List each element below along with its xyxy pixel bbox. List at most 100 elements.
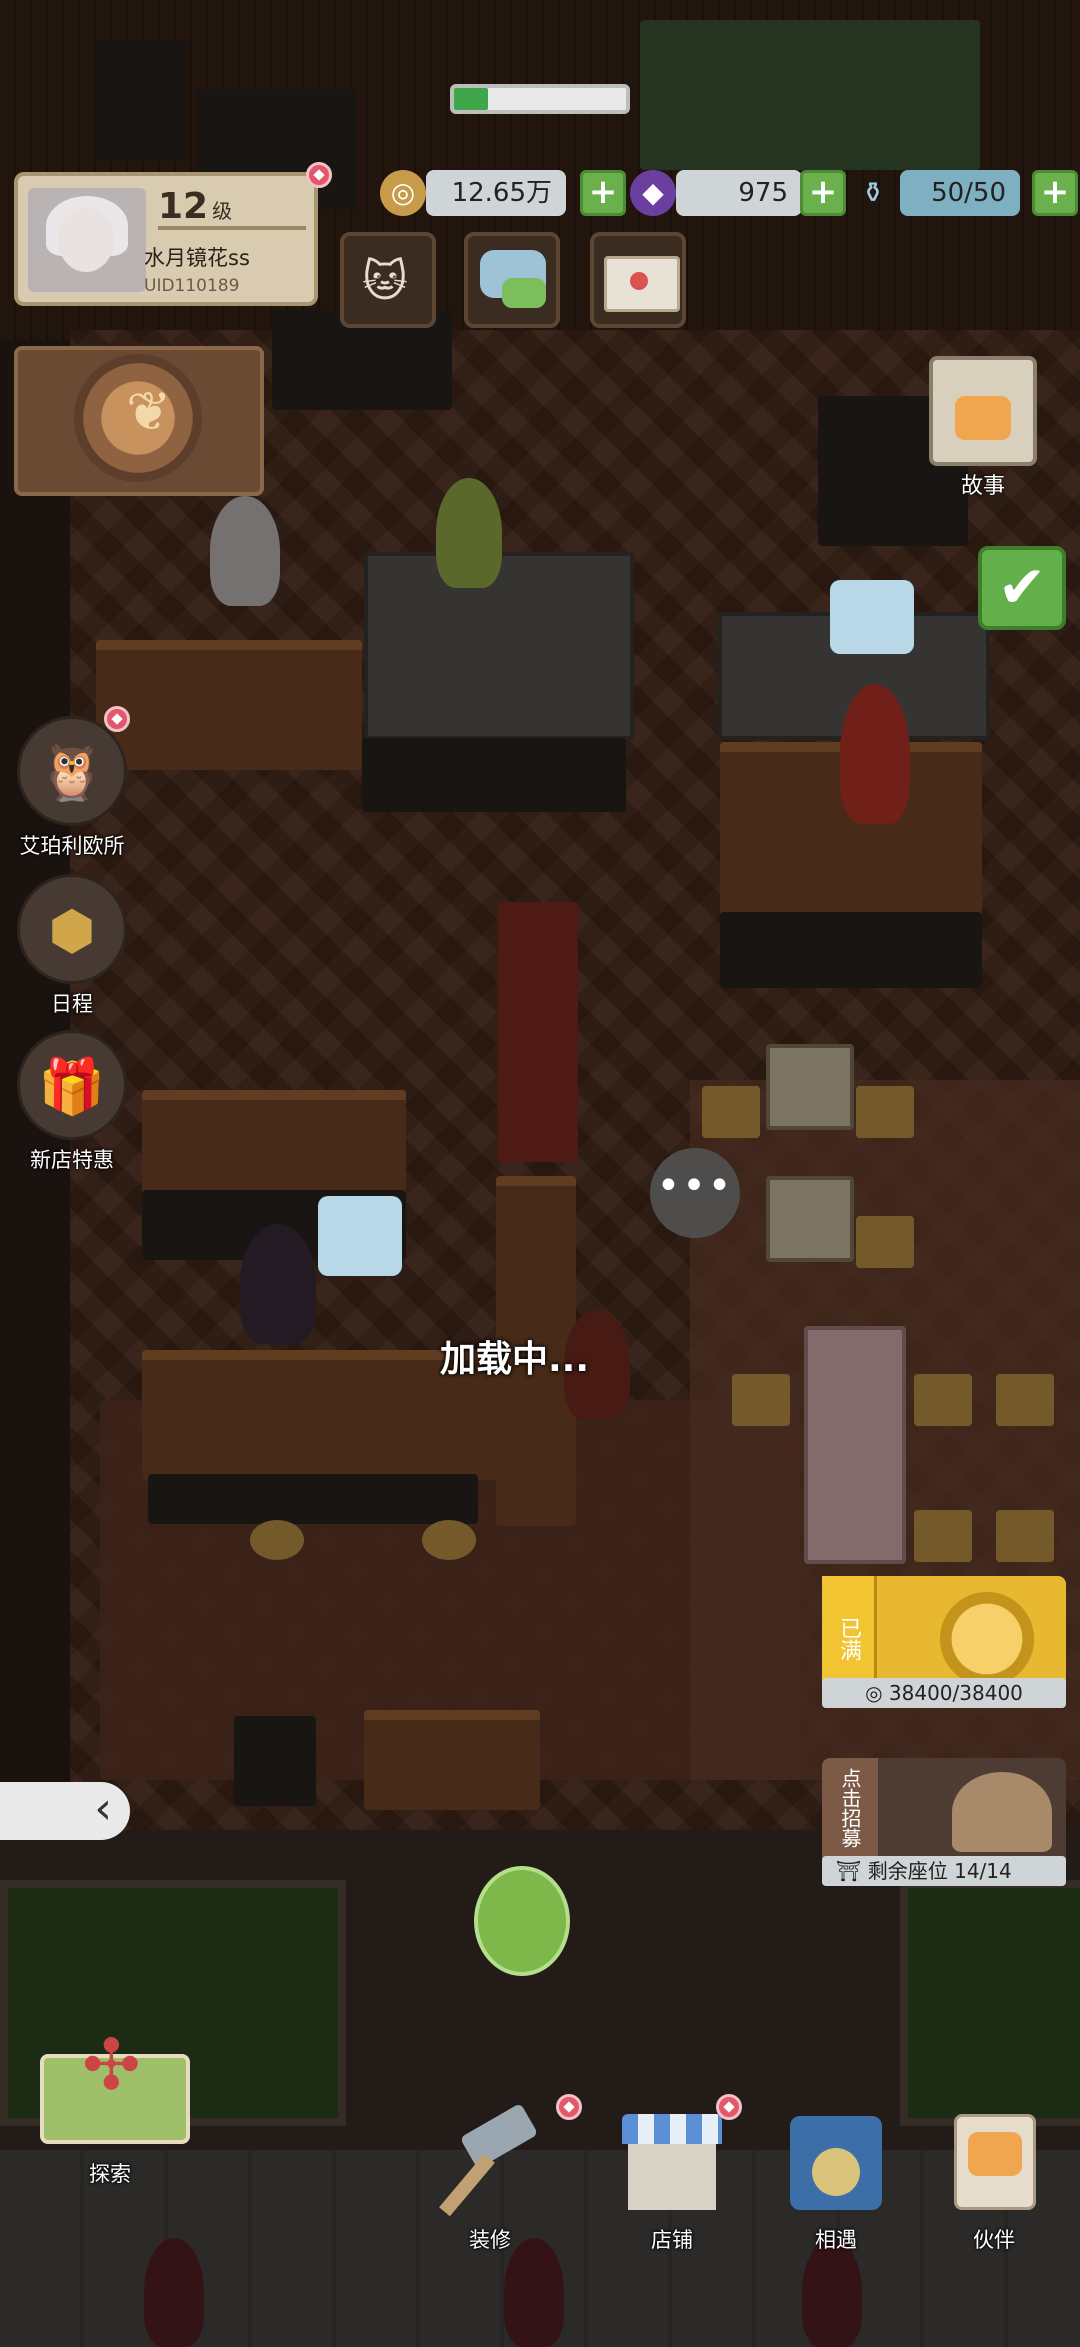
mail-button[interactable]: [590, 232, 686, 328]
character-barista[interactable]: [240, 1224, 316, 1344]
long-table: [804, 1326, 906, 1564]
counter-left: [96, 640, 362, 770]
garden-right: [900, 1880, 1080, 2126]
cat-card-icon: [924, 2100, 1064, 2224]
new-store-deal-label: 新店特惠: [30, 1148, 114, 1172]
story-button[interactable]: 故事: [918, 356, 1048, 506]
cats-icon: 🐱: [362, 256, 408, 307]
seat-icon: ⛩: [836, 1859, 862, 1883]
shelf-bottles: [640, 20, 980, 170]
red-sofa: [498, 902, 578, 1162]
player-profile[interactable]: 12 级 水月镜花ss UID110189: [14, 172, 318, 306]
coffee-counter: [142, 1090, 406, 1200]
new-store-deal-button[interactable]: 🎁 新店特惠: [14, 1030, 130, 1174]
nav-explore-label: 探索: [89, 2162, 131, 2186]
player-level: 12 级: [158, 186, 233, 227]
storefront-icon: [602, 2100, 742, 2224]
story-label: 故事: [960, 474, 1005, 499]
cats-button[interactable]: 🐱: [340, 232, 436, 328]
nav-explore[interactable]: ✣ 探索: [20, 2024, 200, 2188]
notice-board: [234, 1716, 316, 1806]
nav-partner-label: 伙伴: [973, 2228, 1015, 2252]
bar-stool: [250, 1520, 304, 1560]
loading-text: 加载中...: [440, 1339, 590, 1380]
seats-remaining-bar: ⛩ 剩余座位 14/14: [822, 1856, 1066, 1886]
coin-icon: ◎: [380, 170, 426, 216]
character-green-hair[interactable]: [436, 478, 502, 588]
chat-button[interactable]: [464, 232, 560, 328]
gem-amount: 975: [676, 170, 802, 216]
add-coins-button[interactable]: +: [580, 170, 626, 216]
nav-store[interactable]: 店铺: [602, 2100, 742, 2254]
story-card-icon: [929, 356, 1037, 466]
schedule-badge-icon: ⬢: [17, 874, 127, 984]
character-maid[interactable]: [210, 496, 280, 606]
cat-picture-icon: [955, 396, 1011, 440]
income-amount-bar: ◎ 38400/38400: [822, 1678, 1066, 1708]
chair: [914, 1510, 972, 1562]
grill-table: [364, 1710, 540, 1810]
chair: [996, 1374, 1054, 1426]
nav-store-label: 店铺: [651, 2228, 693, 2252]
owl-icon: 🦉: [17, 716, 127, 826]
profile-notification-dot: [306, 162, 332, 188]
chair: [856, 1216, 914, 1268]
character-red-apron[interactable]: [840, 684, 910, 824]
table-2: [766, 1176, 854, 1262]
service-bell-icon: [952, 1772, 1052, 1852]
add-energy-button[interactable]: +: [1032, 170, 1078, 216]
schedule-button[interactable]: ⬢ 日程: [14, 874, 130, 1018]
income-amount: 38400/38400: [888, 1681, 1023, 1705]
hammer-icon: [420, 2100, 560, 2224]
map-windmill-icon: ✣: [20, 2024, 200, 2144]
mail-seal-icon: [630, 272, 648, 290]
nav-encounter[interactable]: 相遇: [766, 2100, 906, 2254]
pedestrian: [144, 2238, 204, 2347]
avatar-face: [58, 208, 114, 272]
agency-label: 艾珀利欧所: [19, 834, 125, 858]
chat-bubble-green-icon: [502, 278, 546, 308]
more-bubble-button[interactable]: •••: [650, 1148, 740, 1238]
owl-marker-icon[interactable]: [474, 1866, 570, 1976]
pedestrian: [504, 2238, 564, 2347]
table-1: [766, 1044, 854, 1130]
agency-notification-dot: [104, 706, 130, 732]
pedestrian: [802, 2238, 862, 2347]
top-progress-bar: [450, 84, 630, 114]
gift-box-icon: 🎁: [17, 1030, 127, 1140]
chair: [914, 1374, 972, 1426]
seats-remaining: 剩余座位 14/14: [867, 1859, 1012, 1883]
chair: [856, 1086, 914, 1138]
wheat-emblem-button[interactable]: ❦: [14, 346, 264, 496]
store-notification-dot: [716, 2094, 742, 2120]
gift-icon[interactable]: [830, 580, 914, 654]
wheat-icon: ❦: [126, 380, 172, 443]
player-name: 水月镜花ss: [144, 246, 250, 270]
currency-bar: ◎ 12.65万 + ◆ 975 + ⚱ 50/50 +: [380, 170, 1080, 220]
agency-button[interactable]: 🦉 艾珀利欧所: [14, 716, 130, 860]
counter-base: [362, 738, 626, 812]
bar-base: [148, 1474, 478, 1524]
schedule-label: 日程: [51, 992, 93, 1016]
chair: [702, 1086, 760, 1138]
decorate-notification-dot: [556, 2094, 582, 2120]
chevron-left-icon: ‹: [94, 1783, 112, 1834]
top-progress-fill: [454, 88, 489, 110]
nav-decorate[interactable]: 装修: [420, 2100, 560, 2254]
chair: [996, 1510, 1054, 1562]
collapse-arrow-button[interactable]: ‹: [0, 1782, 130, 1840]
nav-decorate-label: 装修: [469, 2228, 511, 2252]
gift-icon[interactable]: [318, 1196, 402, 1276]
task-check-button[interactable]: ✔: [978, 546, 1066, 630]
nav-partner[interactable]: 伙伴: [924, 2100, 1064, 2254]
player-avatar: [28, 188, 146, 292]
potion-icon: ⚱: [861, 176, 885, 209]
grey-counter: [364, 552, 634, 740]
telephone-icon: [766, 2100, 906, 2224]
energy-amount: 50/50: [900, 170, 1020, 216]
add-gems-button[interactable]: +: [800, 170, 846, 216]
chair: [732, 1374, 790, 1426]
level-underline: [158, 226, 306, 230]
recruit-tag: 点击招募: [822, 1758, 878, 1858]
player-uid: UID110189: [144, 276, 240, 296]
